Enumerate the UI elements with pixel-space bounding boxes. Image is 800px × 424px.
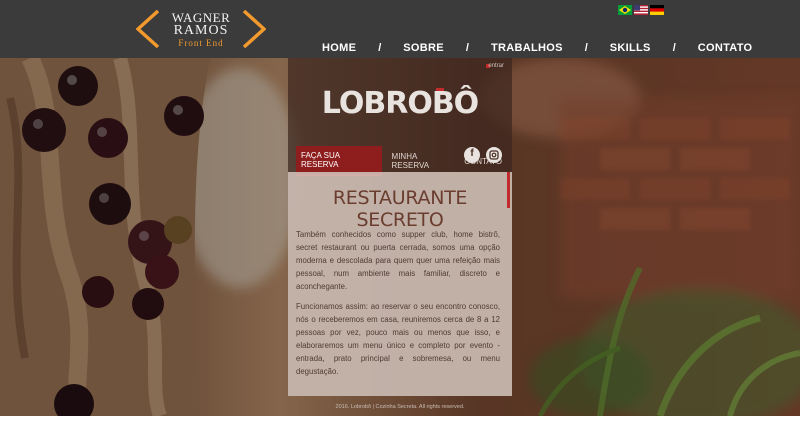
nav-separator: / xyxy=(465,42,469,54)
article-paragraph: Também conhecidos como supper club, home… xyxy=(296,230,500,291)
germany-flag-icon[interactable] xyxy=(650,5,664,15)
nav-skills[interactable]: SKILLS xyxy=(610,42,651,54)
brazil-flag-icon[interactable] xyxy=(618,5,632,15)
menu-minha-reserva[interactable]: MINHA RESERVA xyxy=(392,152,455,170)
article-paragraph: Funcionamos assim: ao reservar o seu enc… xyxy=(296,302,500,376)
logo-text-last-name: RAMOS xyxy=(173,23,229,38)
main-navigation: HOME / SOBRE / TRABALHOS / SKILLS / CONT… xyxy=(322,42,752,54)
nav-sobre[interactable]: SOBRE xyxy=(403,42,444,54)
lobrobo-site-preview[interactable]: entrar LOBROBÔ FAÇA SUA RESERVA MINHA RE… xyxy=(288,58,512,396)
usa-flag-icon[interactable] xyxy=(634,5,648,15)
brand-accent-mark xyxy=(436,88,444,91)
article-title: RESTAURANTE SECRETO xyxy=(332,187,468,231)
language-selector xyxy=(618,5,664,15)
nav-trabalhos[interactable]: TRABALHOS xyxy=(491,42,563,54)
page-bottom-strip xyxy=(0,416,800,424)
logo-text-role: Front End xyxy=(178,38,224,48)
portfolio-showcase: entrar LOBROBÔ FAÇA SUA RESERVA MINHA RE… xyxy=(0,58,800,416)
nav-separator: / xyxy=(378,42,382,54)
facebook-icon[interactable]: f xyxy=(464,147,480,163)
article-content: RESTAURANTE SECRETO Também conhecidos co… xyxy=(288,172,512,396)
site-header: WAGNER RAMOS Front End HOME / SOBRE / TR… xyxy=(0,0,800,58)
site-preview-footer: 2016. Lobrobô | Cozinha Secreta. All rig… xyxy=(335,404,465,410)
entrar-link[interactable]: entrar xyxy=(488,63,504,69)
nav-separator: / xyxy=(672,42,676,54)
instagram-icon[interactable] xyxy=(486,147,502,163)
nav-separator: / xyxy=(584,42,588,54)
wagner-ramos-logo[interactable]: WAGNER RAMOS Front End xyxy=(136,9,266,49)
nav-contato[interactable]: CONTATO xyxy=(698,42,753,54)
nav-home[interactable]: HOME xyxy=(322,42,356,54)
lobrobo-brand-logo: LOBROBÔ xyxy=(321,86,479,121)
